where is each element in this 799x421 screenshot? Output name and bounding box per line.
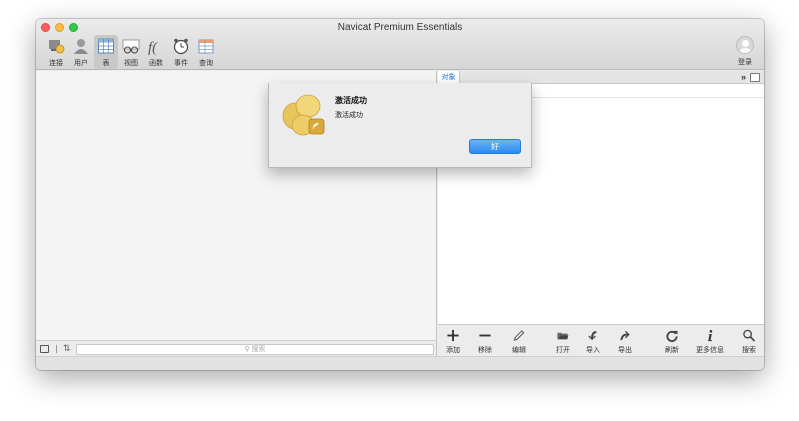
svg-text:f(: f(	[148, 40, 158, 55]
minus-icon	[479, 334, 491, 337]
toolbar-function-button[interactable]: f( 函数	[144, 35, 168, 69]
status-bar	[36, 356, 764, 370]
toolbar-view-label: 视图	[124, 60, 138, 67]
objects-toolbar: 添加 移除 编辑 打开 导入 导出 刷新 更多信息 搜索	[438, 324, 764, 356]
folder-open-icon	[557, 332, 569, 340]
refresh-icon	[666, 330, 678, 342]
search-placeholder: 搜索	[251, 346, 266, 353]
add-label: 添加	[446, 347, 460, 354]
toolbar-query-label: 查询	[199, 60, 213, 67]
export-label: 导出	[618, 347, 632, 354]
export-arrow-icon	[620, 330, 630, 341]
toolbar-user-label: 用户	[74, 60, 88, 67]
toggle-sidebar-icon[interactable]	[40, 345, 49, 353]
search-icon: ⚲	[244, 346, 252, 353]
plus-icon	[447, 329, 459, 342]
remove-label: 移除	[478, 347, 492, 354]
edit-button[interactable]: 编辑	[504, 327, 534, 355]
table-icon	[98, 38, 114, 54]
pencil-icon	[513, 330, 525, 341]
toolbar-connection-label: 连接	[49, 60, 63, 67]
search-icon	[743, 329, 756, 342]
login-button[interactable]: 登录	[732, 36, 758, 68]
ok-button[interactable]: 好	[469, 139, 521, 154]
more-info-button[interactable]: 更多信息	[695, 327, 725, 355]
query-icon	[198, 39, 214, 54]
more-info-label: 更多信息	[696, 347, 724, 354]
refresh-label: 刷新	[665, 347, 679, 354]
export-button[interactable]: 导出	[610, 327, 640, 355]
avatar-icon	[736, 36, 754, 54]
function-icon: f(	[148, 40, 158, 55]
search-button[interactable]: 搜索	[734, 327, 764, 355]
title-bar: Navicat Premium Essentials 连接 用户 表 视图 f(…	[36, 19, 764, 70]
open-label: 打开	[556, 347, 570, 354]
event-clock-icon	[173, 38, 189, 55]
toolbar-function-label: 函数	[149, 60, 163, 67]
search-label: 搜索	[742, 347, 756, 354]
info-pane-toggle-icon[interactable]	[750, 73, 760, 82]
main-toolbar: 连接 用户 表 视图 f(函数 事件 查询	[44, 35, 219, 69]
app-window: Navicat Premium Essentials 连接 用户 表 视图 f(…	[36, 19, 764, 370]
info-icon	[708, 330, 713, 342]
toolbar-table-label: 表	[102, 60, 110, 67]
toolbar-user-button[interactable]: 用户	[69, 35, 93, 69]
connections-bottom-bar: ⇅ ⚲ 搜索	[36, 340, 437, 356]
dialog-title: 激活成功	[335, 96, 367, 105]
filter-icon[interactable]: ⇅	[63, 343, 71, 354]
refresh-button[interactable]: 刷新	[657, 327, 687, 355]
import-button[interactable]: 导入	[578, 327, 608, 355]
connection-search-input[interactable]: ⚲ 搜索	[76, 344, 434, 355]
navicat-logo-icon	[282, 94, 325, 136]
toolbar-query-button[interactable]: 查询	[194, 35, 218, 69]
import-arrow-icon	[588, 330, 597, 341]
connection-icon	[49, 40, 65, 54]
user-icon	[74, 39, 88, 54]
more-tabs-icon[interactable]: »	[741, 71, 746, 83]
divider	[56, 345, 57, 353]
toolbar-table-button[interactable]: 表	[94, 35, 118, 69]
toolbar-event-label: 事件	[174, 60, 188, 67]
toolbar-view-button[interactable]: 视图	[119, 35, 143, 69]
remove-button[interactable]: 移除	[470, 327, 500, 355]
activation-dialog: 激活成功 激活成功 好	[268, 83, 532, 168]
add-button[interactable]: 添加	[438, 327, 468, 355]
login-label: 登录	[738, 59, 752, 66]
toolbar-event-button[interactable]: 事件	[169, 35, 193, 69]
open-button[interactable]: 打开	[548, 327, 578, 355]
toolbar-connection-button[interactable]: 连接	[44, 35, 68, 69]
import-label: 导入	[586, 347, 600, 354]
view-icon	[122, 39, 140, 54]
window-title: Navicat Premium Essentials	[337, 22, 463, 33]
dialog-message: 激活成功	[335, 112, 363, 119]
edit-label: 编辑	[512, 347, 526, 354]
